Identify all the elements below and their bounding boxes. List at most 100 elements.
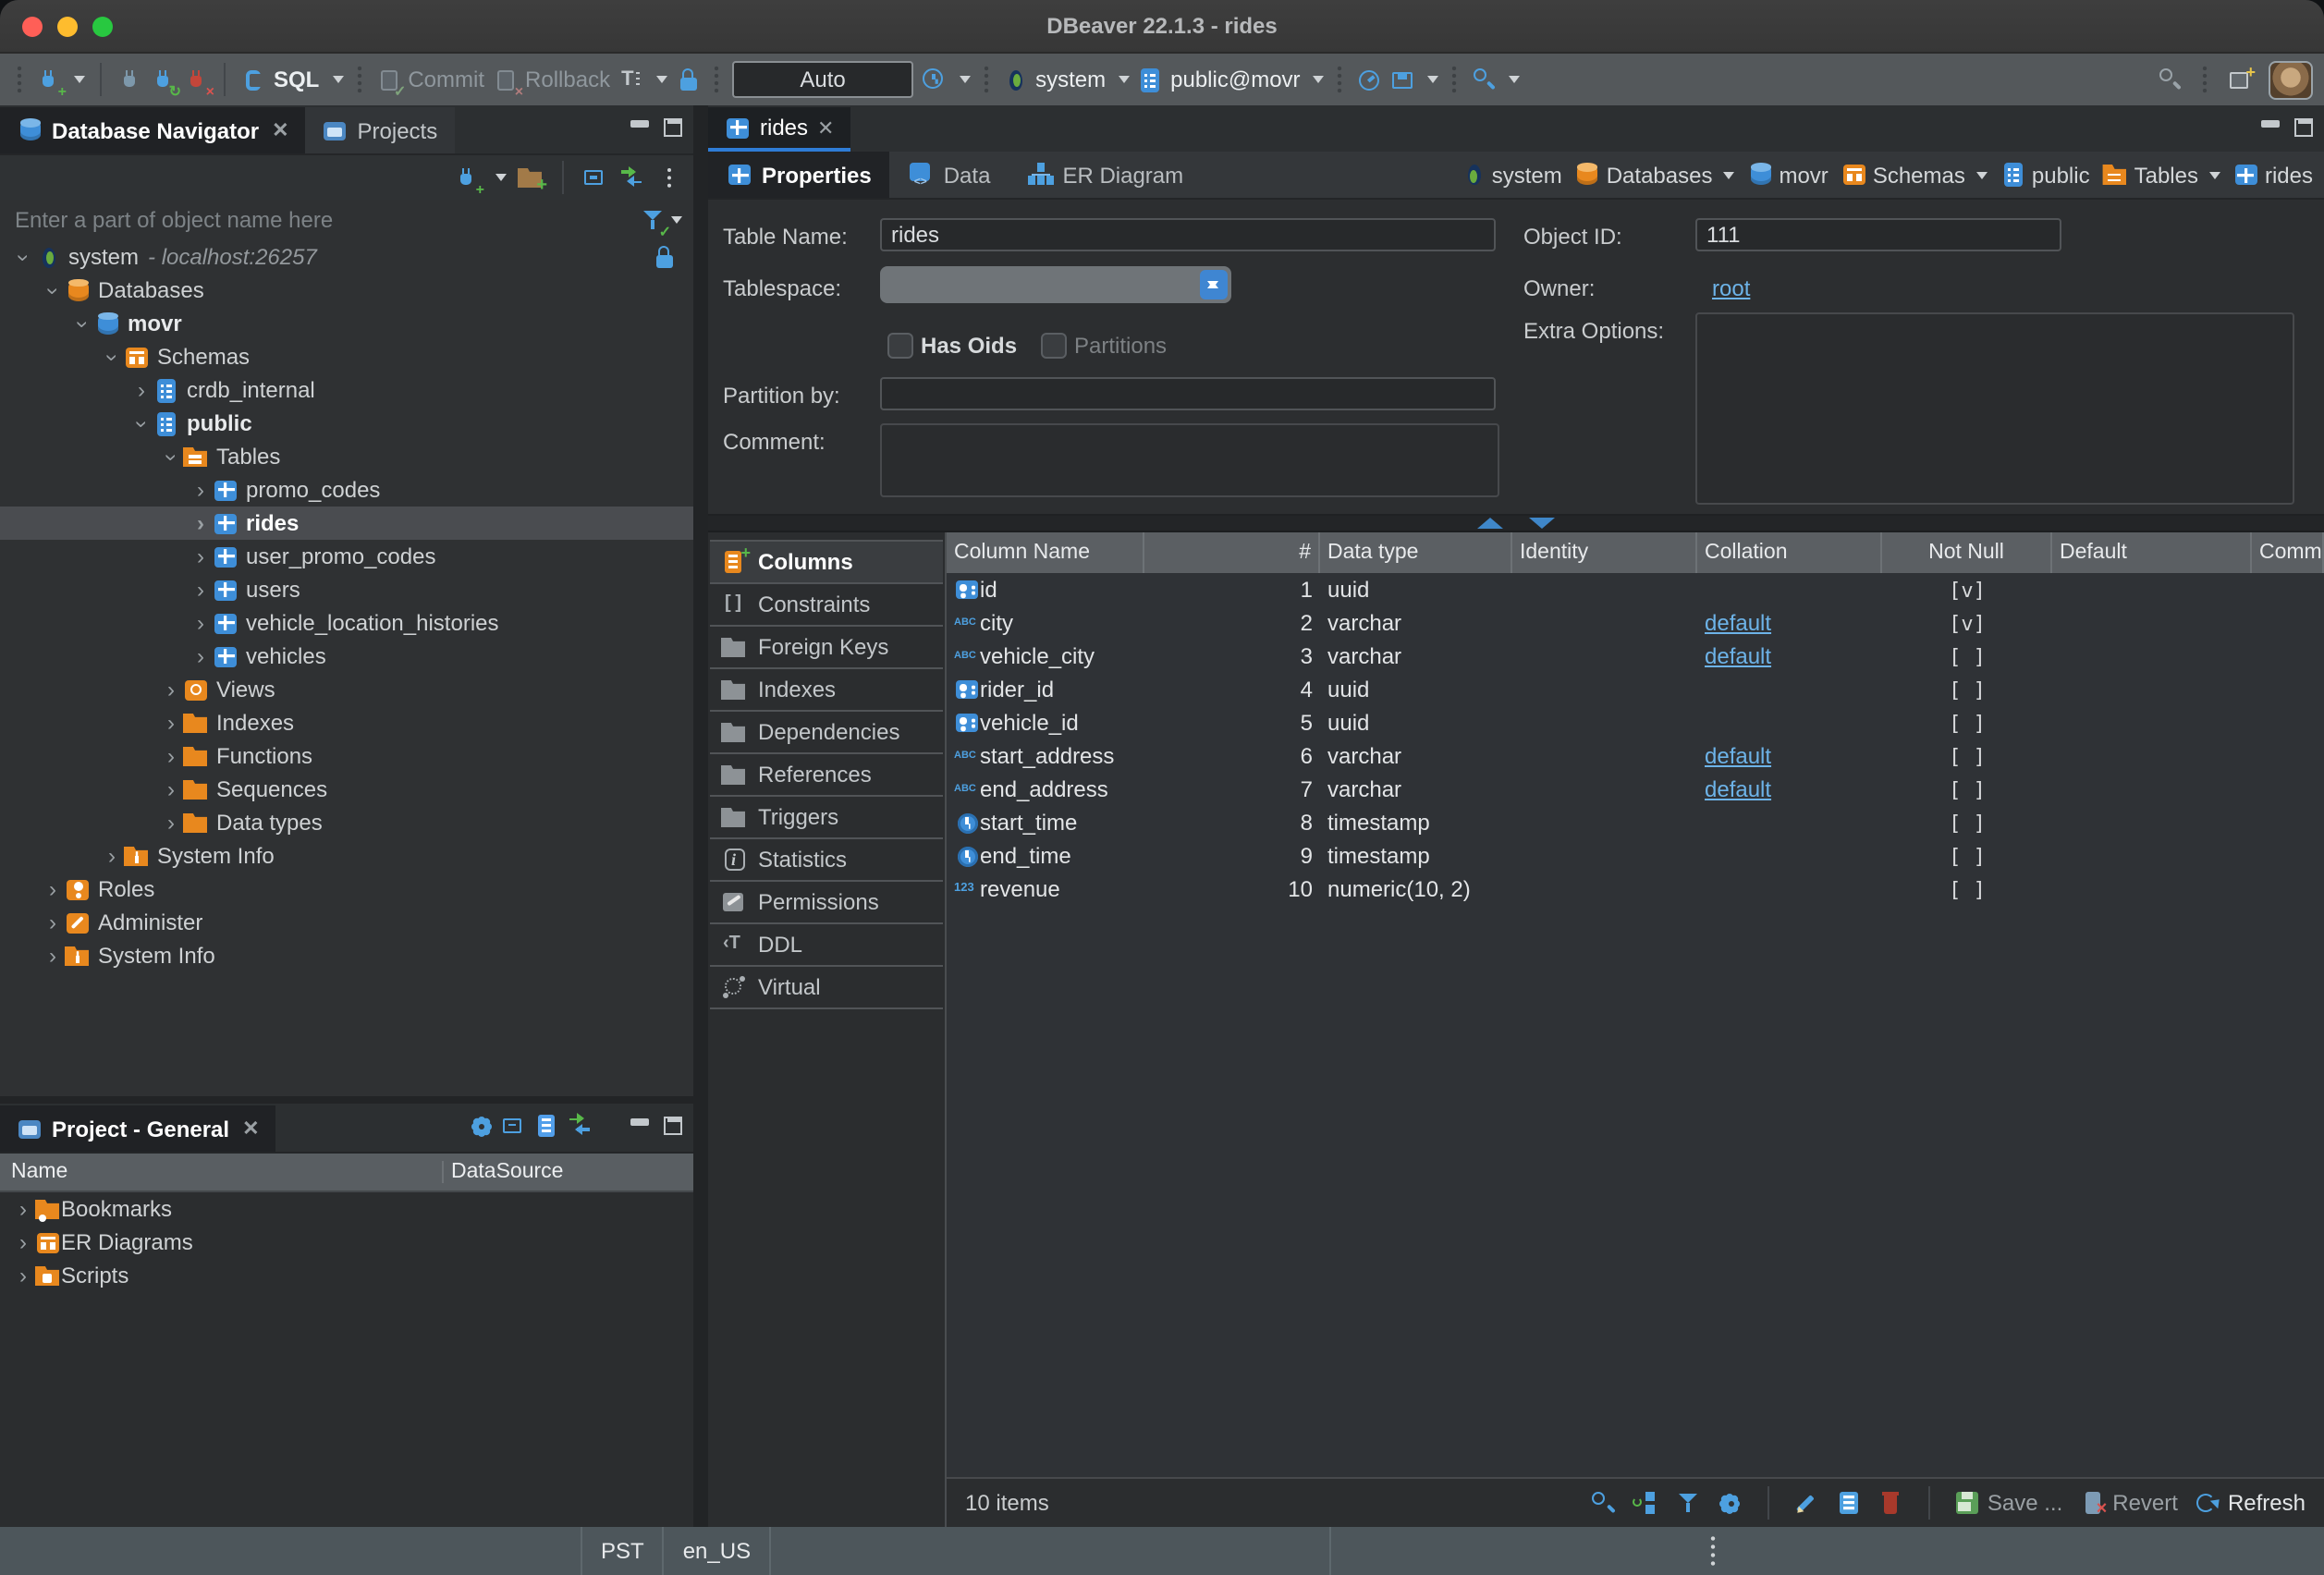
table-row[interactable]: city2varchardefault[v] [947, 606, 2324, 640]
owner-link[interactable]: root [1712, 275, 1750, 301]
table-row[interactable]: vehicle_city3varchardefault[ ] [947, 640, 2324, 673]
tab-data[interactable]: Data [890, 152, 1009, 198]
breadcrumb-movr[interactable]: movr [1747, 162, 1828, 188]
link-with-editor-icon[interactable] [619, 165, 645, 189]
grid-column-header-collation[interactable]: Collation [1697, 532, 1882, 573]
column-header-datasource[interactable]: DataSource [444, 1161, 563, 1183]
connection-icon[interactable] [1002, 67, 1028, 92]
table-row[interactable]: vehicle_id5uuid[ ] [947, 706, 2324, 739]
grid-column-header-data-type[interactable]: Data type [1320, 532, 1512, 573]
tree-item-crdb-internal[interactable]: ›crdb_internal [0, 373, 693, 407]
chevron-closed-icon[interactable]: › [189, 544, 213, 568]
new-connection-icon[interactable]: + [35, 67, 61, 92]
cell-not-null[interactable]: [v] [1882, 606, 2052, 640]
collapse-down-icon[interactable] [1529, 518, 1555, 529]
grid-settings-icon[interactable] [1718, 1491, 1743, 1515]
tab-properties[interactable]: Properties [708, 152, 890, 198]
chevron-down-icon[interactable] [960, 76, 971, 83]
chevron-closed-icon[interactable]: › [100, 844, 124, 868]
splitter-sash[interactable] [708, 516, 2324, 532]
chevron-down-icon[interactable] [1428, 76, 1439, 83]
collation-link[interactable]: default [1705, 743, 1771, 769]
dashboard-icon[interactable] [1356, 67, 1382, 92]
edit-icon[interactable] [1793, 1491, 1819, 1515]
view-menu-icon[interactable] [656, 165, 682, 189]
tree-item-rides[interactable]: ›rides [0, 507, 693, 540]
collation-link[interactable]: default [1705, 643, 1771, 669]
compare-icon[interactable] [1633, 1491, 1658, 1515]
cell-not-null[interactable]: [ ] [1882, 706, 2052, 739]
side-tab-permissions[interactable]: Permissions [710, 880, 943, 922]
grid-column-header-default[interactable]: Default [2052, 532, 2252, 573]
chevron-closed-icon[interactable]: › [159, 777, 183, 801]
breadcrumb-tables[interactable]: Tables [2103, 162, 2220, 188]
tablespace-select[interactable] [880, 266, 1231, 303]
sql-editor-button[interactable]: SQL [274, 67, 319, 92]
tree-item-views[interactable]: ›Views [0, 673, 693, 706]
database-select[interactable]: public@movr [1170, 67, 1300, 92]
chevron-closed-icon[interactable]: › [189, 478, 213, 502]
tree-item-administer[interactable]: ›Administer [0, 906, 693, 939]
commit-mode-select[interactable]: Auto [732, 61, 913, 98]
chevron-closed-icon[interactable]: › [11, 1197, 35, 1221]
transaction-log-icon[interactable] [618, 67, 643, 92]
breadcrumb-public[interactable]: public [2000, 162, 2090, 188]
commit-button[interactable]: Commit [408, 67, 484, 92]
extra-options-box[interactable] [1695, 312, 2294, 505]
column-header-name[interactable]: Name [0, 1161, 444, 1183]
tree-item-system-info[interactable]: ›System Info [0, 939, 693, 972]
new-window-icon[interactable] [2228, 67, 2254, 92]
side-tab-foreign-keys[interactable]: Foreign Keys [710, 625, 943, 667]
chevron-down-icon[interactable] [332, 76, 343, 83]
table-row[interactable]: end_time9timestamp[ ] [947, 839, 2324, 873]
chevron-down-icon[interactable] [1976, 171, 1988, 178]
chevron-open-icon[interactable]: › [159, 445, 183, 469]
chevron-closed-icon[interactable]: › [41, 877, 65, 901]
close-icon[interactable]: ✕ [817, 116, 834, 140]
object-filter-input[interactable] [11, 205, 640, 235]
side-tab-constraints[interactable]: Constraints [710, 582, 943, 625]
chevron-down-icon[interactable] [1314, 76, 1325, 83]
tree-item-indexes[interactable]: ›Indexes [0, 706, 693, 739]
configure-columns-icon[interactable] [534, 1113, 560, 1137]
chevron-closed-icon[interactable]: › [159, 711, 183, 735]
reconnect-icon[interactable]: ↻ [150, 67, 176, 92]
side-tab-indexes[interactable]: Indexes [710, 667, 943, 710]
table-row[interactable]: id1uuid[v] [947, 573, 2324, 606]
zoom-window-button[interactable] [92, 17, 113, 37]
breadcrumb-system[interactable]: system [1461, 162, 1562, 188]
delete-icon[interactable] [1878, 1491, 1904, 1515]
close-icon[interactable]: ✕ [272, 118, 288, 142]
gear-icon[interactable] [468, 1113, 494, 1137]
chevron-closed-icon[interactable]: › [189, 611, 213, 635]
grid-column-header-[interactable]: # [1144, 532, 1320, 573]
breadcrumb-rides[interactable]: rides [2233, 162, 2313, 188]
revert-button[interactable]: Revert [2079, 1490, 2178, 1516]
grid-column-header-identity[interactable]: Identity [1512, 532, 1697, 573]
filter-icon[interactable]: ✓ [640, 208, 666, 232]
database-icon[interactable] [1137, 67, 1163, 92]
chevron-closed-icon[interactable]: › [11, 1230, 35, 1254]
quick-search-icon[interactable] [2156, 67, 2182, 92]
tab-er-diagram[interactable]: ER Diagram [1009, 152, 1202, 198]
chevron-down-icon[interactable] [2209, 171, 2220, 178]
chevron-closed-icon[interactable]: › [159, 811, 183, 835]
chevron-closed-icon[interactable]: › [41, 910, 65, 934]
maximize-editor-icon[interactable] [2291, 115, 2317, 139]
grid-column-header-column-name[interactable]: Column Name [947, 532, 1144, 573]
side-tab-virtual[interactable]: Virtual [710, 965, 943, 1009]
new-folder-icon[interactable] [518, 165, 544, 189]
chevron-down-icon[interactable] [1723, 171, 1734, 178]
maximize-panel-icon[interactable] [660, 1113, 686, 1137]
chevron-closed-icon[interactable]: › [189, 644, 213, 668]
cell-not-null[interactable]: [ ] [1882, 839, 2052, 873]
tree-item-tables[interactable]: ›Tables [0, 440, 693, 473]
locale-cell[interactable]: en_US [665, 1527, 771, 1575]
maximize-panel-icon[interactable] [660, 115, 686, 139]
cell-not-null[interactable]: [ ] [1882, 773, 2052, 806]
project-item-er-diagrams[interactable]: ›ER Diagrams [0, 1226, 693, 1259]
chevron-open-icon[interactable]: › [100, 345, 124, 369]
table-name-input[interactable] [880, 218, 1496, 251]
project-item-scripts[interactable]: ›Scripts [0, 1259, 693, 1292]
tree-item-schemas[interactable]: ›Schemas [0, 340, 693, 373]
